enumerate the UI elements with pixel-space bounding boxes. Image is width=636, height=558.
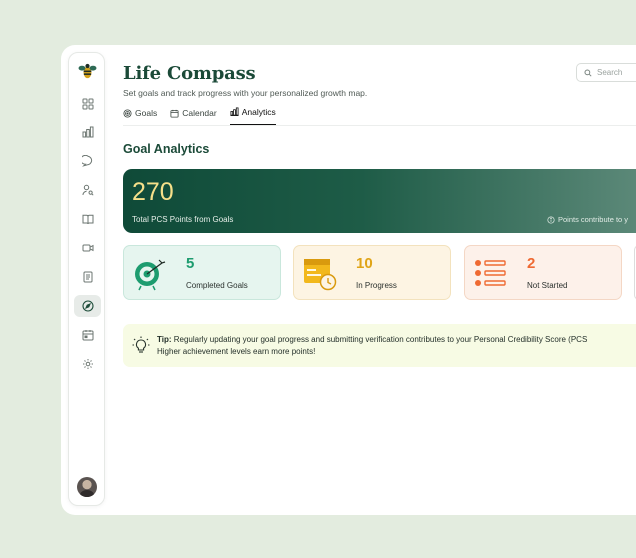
tab-analytics[interactable]: Analytics [229, 107, 276, 125]
checklist-icon [475, 260, 506, 286]
tip-line-2: Higher achievement levels earn more poin… [157, 347, 316, 356]
book-icon [82, 214, 93, 225]
tab-bar: Goals Calendar Analytics [123, 107, 276, 125]
search-input[interactable]: Search [576, 63, 636, 82]
tab-analytics-label: Analytics [241, 107, 276, 117]
not-started-label: Not Started [527, 281, 568, 290]
sidebar-item-life-compass[interactable] [74, 295, 101, 317]
completed-goals-label: Completed Goals [186, 281, 248, 290]
not-started-value: 2 [527, 255, 536, 272]
chart-icon [82, 126, 93, 138]
sidebar [68, 52, 105, 506]
page-subtitle: Set goals and track progress with your p… [123, 88, 368, 98]
tip-line-1: Regularly updating your goal progress an… [173, 335, 588, 344]
tab-calendar-label: Calendar [182, 108, 217, 118]
target-icon [123, 108, 132, 118]
pcs-info-note: Points contribute to y [547, 215, 628, 224]
info-icon [547, 215, 555, 224]
in-progress-value: 10 [356, 255, 373, 272]
pcs-info-text: Points contribute to y [558, 215, 629, 224]
search-icon [584, 68, 592, 77]
document-icon [83, 271, 92, 283]
sidebar-item-dashboard[interactable] [74, 93, 101, 115]
chat-icon [81, 155, 92, 167]
search-placeholder: Search [597, 68, 623, 77]
tabs-divider [123, 125, 636, 126]
bee-logo-icon[interactable] [78, 62, 97, 81]
tip-banner: Tip: Regularly updating your goal progre… [123, 324, 636, 367]
pcs-points-label: Total PCS Points from Goals [132, 215, 234, 224]
lightbulb-icon [132, 336, 150, 353]
calendar-icon [82, 330, 93, 341]
settings-icon [82, 359, 93, 369]
calendar-icon [170, 109, 179, 118]
tab-goals[interactable]: Goals [123, 107, 157, 119]
bar-chart-icon [230, 107, 239, 116]
video-icon [82, 244, 93, 252]
in-progress-label: In Progress [356, 281, 397, 290]
tip-lead: Tip: [157, 335, 172, 344]
completed-goals-value: 5 [186, 255, 195, 272]
pcs-points-banner: 270 Total PCS Points from Goals Points c… [123, 169, 636, 233]
compass-icon [81, 300, 94, 312]
pcs-points-value: 270 [132, 178, 174, 206]
target-arrow-icon [135, 259, 166, 291]
user-avatar[interactable] [77, 477, 97, 497]
sidebar-item-messages[interactable] [74, 150, 101, 172]
stat-card-in-progress: 10 In Progress [293, 245, 451, 300]
sidebar-item-people[interactable] [74, 179, 101, 201]
sidebar-item-settings[interactable] [74, 353, 101, 375]
tab-goals-label: Goals [135, 108, 158, 118]
schedule-clock-icon [304, 259, 337, 291]
stat-card-not-started: 2 Not Started [464, 245, 622, 300]
tab-calendar[interactable]: Calendar [170, 107, 217, 119]
section-title: Goal Analytics [123, 142, 210, 156]
sidebar-item-calendar[interactable] [74, 324, 101, 346]
page-title: Life Compass [123, 63, 256, 84]
tip-text: Tip: Regularly updating your goal progre… [157, 334, 636, 358]
sidebar-item-analytics[interactable] [74, 121, 101, 143]
sidebar-item-documents[interactable] [74, 266, 101, 288]
sidebar-item-video[interactable] [74, 237, 101, 259]
user-search-icon [82, 184, 94, 196]
dashboard-icon [82, 98, 93, 110]
stat-card-completed: 5 Completed Goals [123, 245, 281, 300]
sidebar-item-library[interactable] [74, 208, 101, 230]
